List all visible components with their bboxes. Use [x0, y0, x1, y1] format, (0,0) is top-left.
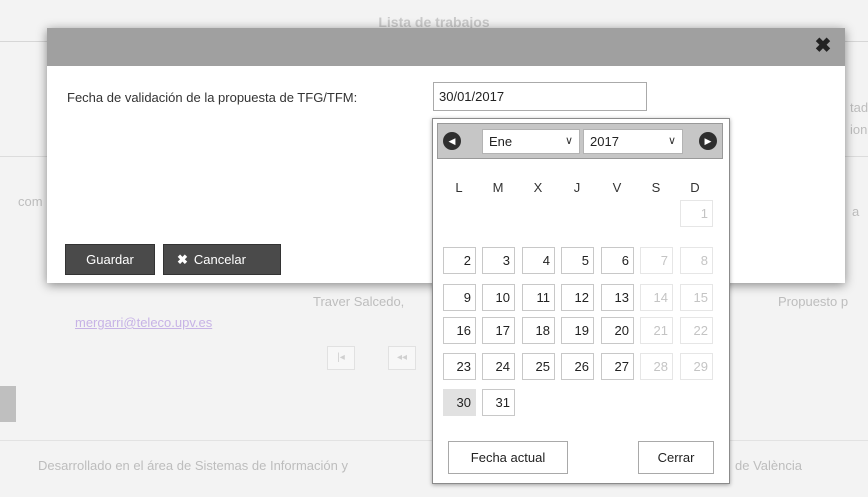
calendar-day[interactable]: 26 — [561, 353, 594, 380]
calendar-day[interactable]: 29 — [680, 353, 713, 380]
pager-first-button[interactable]: |◂ — [327, 346, 355, 370]
tutor-name: Traver Salcedo, — [313, 294, 405, 309]
calendar-day[interactable]: 21 — [640, 317, 673, 344]
calendar-day[interactable]: 20 — [601, 317, 634, 344]
weekday-header: V — [612, 180, 622, 195]
weekday-header: S — [651, 180, 661, 195]
calendar-day[interactable]: 2 — [443, 247, 476, 274]
calendar-day[interactable]: 1 — [680, 200, 713, 227]
month-select[interactable]: Ene ∨ — [482, 129, 580, 154]
footer-text-right: de València — [735, 458, 802, 473]
row-text-fragment: a — [852, 204, 860, 219]
calendar-day[interactable]: 22 — [680, 317, 713, 344]
footer-text-left: Desarrollado en el área de Sistemas de I… — [38, 458, 348, 473]
weekday-header: J — [573, 180, 581, 195]
calendar-day[interactable]: 10 — [482, 284, 515, 311]
close-calendar-button[interactable]: Cerrar — [638, 441, 714, 474]
cancel-button-label: Cancelar — [193, 252, 246, 267]
column-header-fragment: ion — [850, 122, 868, 137]
cancel-button[interactable]: ✖ Cancelar — [163, 244, 281, 275]
chevron-down-icon: ∨ — [564, 135, 573, 147]
calendar-day[interactable]: 13 — [601, 284, 634, 311]
calendar-day[interactable]: 30 — [443, 389, 476, 416]
column-header-fragment: tad — [850, 100, 868, 115]
status-text: Propuesto p — [778, 294, 849, 309]
calendar-day[interactable]: 19 — [561, 317, 594, 344]
calendar-day[interactable]: 14 — [640, 284, 673, 311]
calendar-day[interactable]: 28 — [640, 353, 673, 380]
month-select-value: Ene — [489, 134, 513, 149]
calendar-day[interactable]: 25 — [522, 353, 555, 380]
weekday-header: M — [492, 180, 504, 195]
calendar-day[interactable]: 23 — [443, 353, 476, 380]
side-panel-block — [0, 386, 16, 422]
datepicker-header: ◀ Ene ∨ 2017 ∨ ▶ — [437, 123, 723, 159]
weekday-header: D — [690, 180, 700, 195]
calendar-day[interactable]: 24 — [482, 353, 515, 380]
validation-date-input[interactable] — [433, 82, 647, 111]
save-button[interactable]: Guardar — [65, 244, 155, 275]
close-icon[interactable]: ✖ — [813, 36, 833, 56]
calendar-day[interactable]: 8 — [680, 247, 713, 274]
arrow-left-circle-icon[interactable]: ◀ — [443, 132, 461, 150]
arrow-right-circle-icon[interactable]: ▶ — [699, 132, 717, 150]
email-link[interactable]: mergarri@teleco.upv.es — [75, 315, 212, 330]
calendar-day[interactable]: 12 — [561, 284, 594, 311]
calendar-day[interactable]: 6 — [601, 247, 634, 274]
pager-prev-button[interactable]: ◂◂ — [388, 346, 416, 370]
calendar-day[interactable]: 17 — [482, 317, 515, 344]
calendar-day[interactable]: 11 — [522, 284, 555, 311]
validation-date-label: Fecha de validación de la propuesta de T… — [67, 90, 358, 105]
calendar-day[interactable]: 15 — [680, 284, 713, 311]
today-button[interactable]: Fecha actual — [448, 441, 568, 474]
calendar-day[interactable]: 3 — [482, 247, 515, 274]
calendar-day[interactable]: 4 — [522, 247, 555, 274]
dialog-header: ✖ — [47, 28, 845, 66]
close-icon: ✖ — [177, 252, 188, 267]
calendar-day[interactable]: 9 — [443, 284, 476, 311]
calendar-day[interactable]: 5 — [561, 247, 594, 274]
weekday-header: L — [455, 180, 463, 195]
year-select[interactable]: 2017 ∨ — [583, 129, 683, 154]
calendar-day[interactable]: 27 — [601, 353, 634, 380]
row-text-fragment: com — [18, 194, 43, 209]
weekday-header: X — [533, 180, 543, 195]
calendar-day[interactable]: 16 — [443, 317, 476, 344]
chevron-down-icon: ∨ — [667, 135, 676, 147]
year-select-value: 2017 — [590, 134, 619, 149]
calendar-day[interactable]: 18 — [522, 317, 555, 344]
calendar-day[interactable]: 7 — [640, 247, 673, 274]
datepicker: ◀ Ene ∨ 2017 ∨ ▶ L M X J V S D 123456789… — [432, 118, 730, 484]
calendar-day[interactable]: 31 — [482, 389, 515, 416]
